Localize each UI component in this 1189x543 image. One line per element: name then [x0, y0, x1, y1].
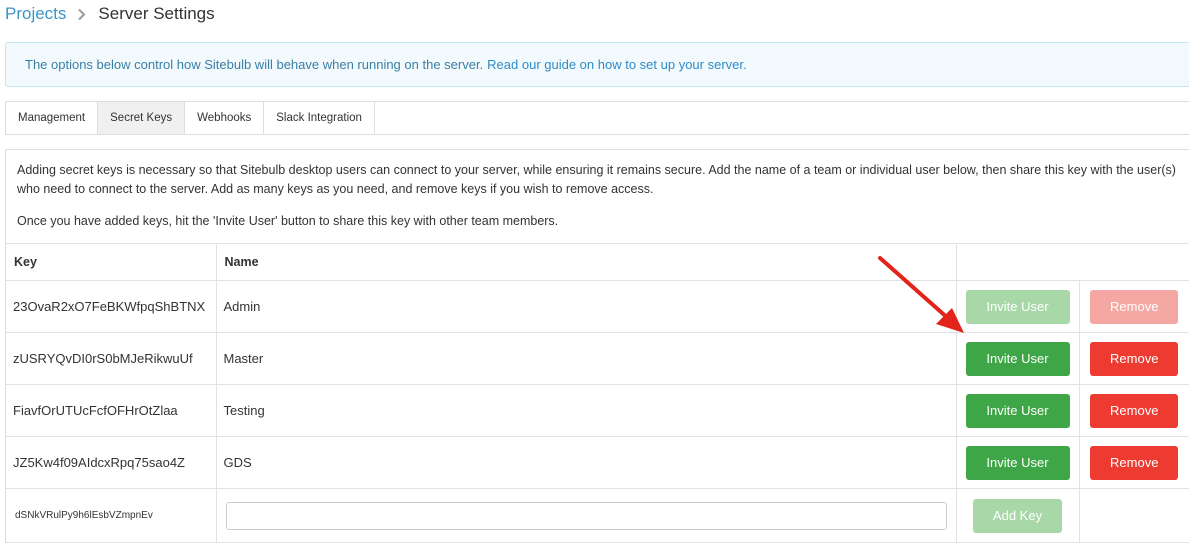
secret-keys-panel: Adding secret keys is necessary so that …: [5, 149, 1189, 543]
invite-user-button[interactable]: Invite User: [965, 445, 1070, 480]
secret-key-value: 23OvaR2xO7FeBKWfpqShBTNX: [6, 280, 217, 333]
remove-key-button[interactable]: Remove: [1090, 445, 1179, 480]
invite-user-button[interactable]: Invite User: [965, 341, 1070, 376]
table-row: 23OvaR2xO7FeBKWfpqShBTNX Admin Invite Us…: [6, 280, 1189, 333]
tab-slack-integration[interactable]: Slack Integration: [264, 102, 375, 134]
new-secret-key-value: dSNkVRulPy9h6lEsbVZmpnEv: [6, 488, 217, 543]
invite-user-button[interactable]: Invite User: [965, 289, 1070, 324]
table-row: zUSRYQvDI0rS0bMJeRikwuUf Master Invite U…: [6, 332, 1189, 385]
chevron-right-icon: [77, 8, 86, 21]
breadcrumb-projects-link[interactable]: Projects: [5, 4, 66, 24]
tab-webhooks[interactable]: Webhooks: [185, 102, 265, 134]
tab-management[interactable]: Management: [6, 102, 99, 134]
description-paragraph-1: Adding secret keys is necessary so that …: [17, 163, 1176, 196]
table-row: JZ5Kw4f09AIdcxRpq75sao4Z GDS Invite User…: [6, 436, 1189, 489]
column-header-key: Key: [6, 243, 217, 281]
key-name: Admin: [215, 280, 957, 333]
add-key-button[interactable]: Add Key: [973, 498, 1062, 533]
secret-keys-table: Key Name 23OvaR2xO7FeBKWfpqShBTNX Admin …: [6, 243, 1189, 543]
invite-user-button[interactable]: Invite User: [965, 393, 1070, 428]
secret-key-value: zUSRYQvDI0rS0bMJeRikwuUf: [6, 332, 217, 385]
table-header-row: Key Name: [6, 243, 1189, 281]
remove-key-button[interactable]: Remove: [1090, 289, 1179, 324]
table-row: FiavfOrUTUcFcfOFHrOtZlaa Testing Invite …: [6, 384, 1189, 437]
info-text: The options below control how Sitebulb w…: [25, 57, 484, 72]
new-key-row: dSNkVRulPy9h6lEsbVZmpnEv Add Key: [6, 488, 1189, 543]
key-name: GDS: [215, 436, 957, 489]
key-name: Master: [215, 332, 957, 385]
breadcrumb: Projects Server Settings: [5, 3, 215, 25]
setup-guide-link[interactable]: Read our guide on how to set up your ser…: [487, 57, 746, 72]
remove-key-button[interactable]: Remove: [1090, 341, 1179, 376]
secret-key-value: FiavfOrUTUcFcfOFHrOtZlaa: [6, 384, 217, 437]
page-title: Server Settings: [98, 4, 215, 23]
tab-secret-keys[interactable]: Secret Keys: [98, 102, 186, 134]
info-alert: The options below control how Sitebulb w…: [5, 42, 1189, 87]
key-name-input[interactable]: [225, 501, 947, 530]
key-name: Testing: [215, 384, 957, 437]
secret-keys-description: Adding secret keys is necessary so that …: [6, 150, 1189, 231]
column-header-actions: [955, 243, 1189, 281]
secret-key-value: JZ5Kw4f09AIdcxRpq75sao4Z: [6, 436, 217, 489]
remove-key-button[interactable]: Remove: [1090, 393, 1179, 428]
description-paragraph-2: Once you have added keys, hit the 'Invit…: [17, 214, 559, 228]
settings-tabs: Management Secret Keys Webhooks Slack In…: [5, 101, 1189, 135]
column-header-name: Name: [215, 243, 957, 281]
